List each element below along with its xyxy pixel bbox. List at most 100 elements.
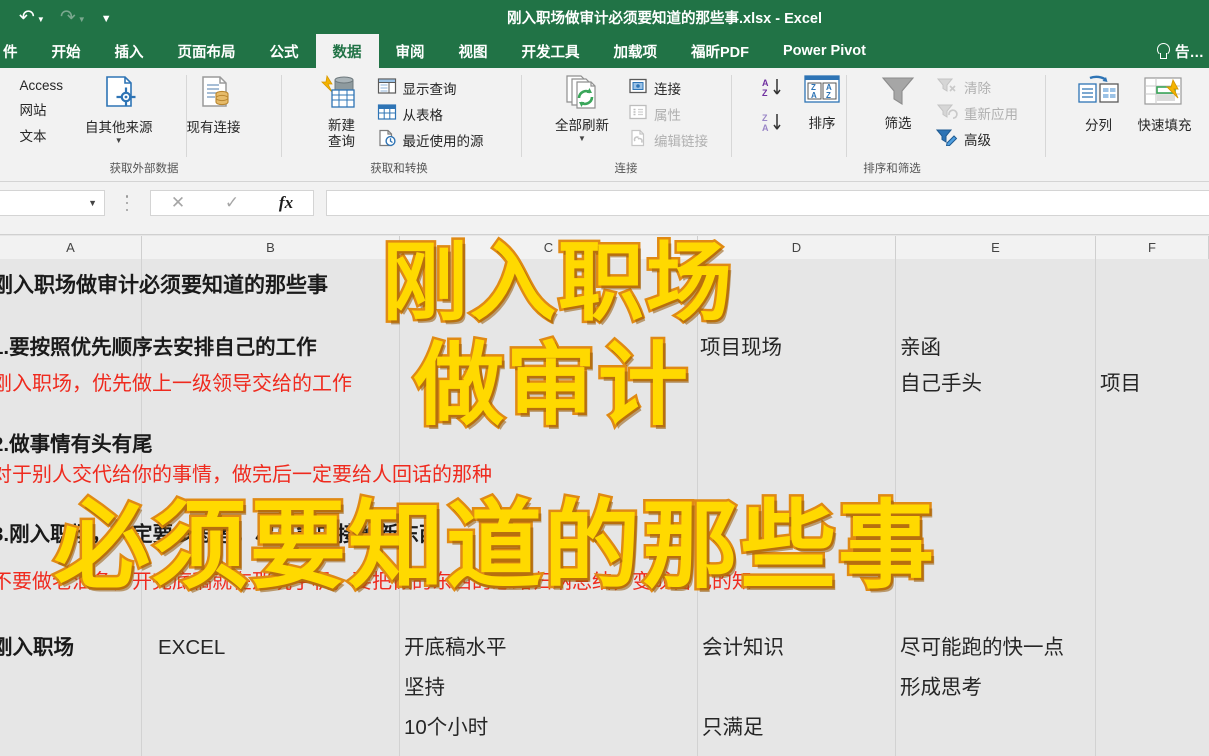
advanced-filter-button[interactable]: 高级 <box>933 127 1021 151</box>
properties-label: 属性 <box>654 108 681 123</box>
recent-sources-button[interactable]: 最近使用的源 <box>374 128 487 152</box>
cell-note-1[interactable]: 刚入职场，优先做上一级领导交给的工作 <box>0 373 352 395</box>
tab-insert[interactable]: 插入 <box>98 34 161 68</box>
cell-accounting[interactable]: 会计知识 <box>702 636 784 660</box>
cell-draft-level[interactable]: 开底稿水平 <box>404 636 507 660</box>
reapply-filter-label: 重新应用 <box>964 107 1018 122</box>
cell-note-3[interactable]: 不要做老油条，开完底稿就在那玩手机，要把做的东西的思路归纳总结，变成自己的知 <box>0 571 752 593</box>
clear-filter-button[interactable]: 清除 <box>933 75 1021 99</box>
tab-power-pivot[interactable]: Power Pivot <box>766 34 883 68</box>
cell-project[interactable]: 项目 <box>1100 372 1141 396</box>
existing-connections-button[interactable]: 现有连接 <box>181 72 247 136</box>
worksheet-grid[interactable]: 刚入职场做审计必须要知道的那些事 1.要按照优先顺序去安排自己的工作 项目现场 … <box>0 259 1209 756</box>
filter-button[interactable]: 筛选 <box>871 72 925 132</box>
column-header-a[interactable]: A <box>0 236 142 259</box>
cell-project-site[interactable]: 项目现场 <box>700 336 782 360</box>
cell-point-1[interactable]: 1.要按照优先顺序去安排自己的工作 <box>0 336 317 360</box>
new-query-button[interactable]: 新建 查询 <box>314 72 370 150</box>
confirm-check-icon[interactable]: ✓ <box>205 191 259 215</box>
cell-confirmation[interactable]: 亲函 <box>900 336 941 360</box>
excel-window: ↶ ▼ ↷ ▼ ▼ 刚入职场做审计必须要知道的那些事.xlsx - Excel … <box>0 0 1209 756</box>
sort-ascending-button[interactable]: A Z <box>761 76 791 105</box>
connections-icon <box>628 77 648 100</box>
advanced-filter-icon <box>935 128 958 151</box>
cell-note-2[interactable]: 对于别人交代给你的事情，做完后一定要给人回话的那种 <box>0 464 492 486</box>
tell-me-box[interactable]: 告… <box>1156 34 1207 68</box>
new-query-label-1: 新建 <box>328 118 355 133</box>
text-to-columns-button[interactable]: 分列 <box>1070 72 1128 134</box>
edit-links-icon <box>628 129 648 152</box>
cell-persist[interactable]: 坚持 <box>404 676 445 700</box>
filter-label: 筛选 <box>884 116 912 131</box>
column-header-b[interactable]: B <box>142 236 400 259</box>
sort-label: 排序 <box>808 116 836 131</box>
from-table-button[interactable]: 从表格 <box>374 102 487 126</box>
refresh-all-icon <box>559 74 605 115</box>
cell-only-satisfy[interactable]: 只满足 <box>702 716 764 740</box>
show-queries-button[interactable]: 显示查询 <box>374 76 487 100</box>
cell-run-faster[interactable]: 尽可能跑的快一点 <box>900 636 1064 660</box>
tab-addins[interactable]: 加载项 <box>597 34 675 68</box>
formula-input[interactable] <box>326 190 1209 216</box>
flash-fill-icon <box>1142 74 1188 115</box>
formula-bar-resize-handle[interactable] <box>125 195 129 211</box>
flash-fill-button[interactable]: 快速填充 <box>1132 72 1198 134</box>
from-web-button[interactable]: 网站 <box>19 99 63 119</box>
properties-button[interactable]: 属性 <box>625 102 711 126</box>
refresh-all-button[interactable]: 全部刷新 ▼ <box>549 72 615 143</box>
tab-file[interactable]: 件 <box>0 34 35 68</box>
cell-point-3[interactable]: 3.刚入职场，一定要多思考，尽可能的接触新东西 <box>0 523 440 547</box>
column-header-f[interactable]: F <box>1096 236 1209 259</box>
access-button[interactable]: Access <box>19 78 63 93</box>
tab-foxit-pdf[interactable]: 福昕PDF <box>674 34 766 68</box>
fx-icon[interactable]: fx <box>259 191 313 215</box>
svg-text:A: A <box>762 123 769 133</box>
cell-point-2[interactable]: 2.做事情有头有尾 <box>0 433 153 457</box>
sort-descending-button[interactable]: Z A <box>761 111 791 140</box>
cell-excel[interactable]: EXCEL <box>158 636 225 660</box>
from-table-label: 从表格 <box>402 108 444 123</box>
ribbon-tabs: 件 开始 插入 页面布局 公式 数据 审阅 视图 开发工具 加载项 福昕PDF … <box>0 34 883 68</box>
sort-button[interactable]: Z A A Z 排序 <box>795 72 849 132</box>
from-text-button[interactable]: 文本 <box>19 125 63 145</box>
tab-formulas[interactable]: 公式 <box>253 34 316 68</box>
column-header-e[interactable]: E <box>896 236 1096 259</box>
tab-page-layout[interactable]: 页面布局 <box>161 34 253 68</box>
chevron-down-icon: ▼ <box>578 134 586 143</box>
properties-icon <box>628 103 648 126</box>
filter-icon <box>877 74 919 113</box>
from-other-sources-button[interactable]: 自其他来源 ▼ <box>79 72 159 145</box>
ribbon-group-data-tools: 分列 快速填充 <box>1048 68 1209 181</box>
dot <box>125 208 129 211</box>
group-body: 分列 快速填充 <box>1060 68 1198 159</box>
tab-view[interactable]: 视图 <box>442 34 505 68</box>
reapply-filter-button[interactable]: 重新应用 <box>933 101 1021 125</box>
tab-home[interactable]: 开始 <box>35 34 98 68</box>
svg-text:Z: Z <box>762 113 768 123</box>
cancel-x-icon[interactable]: ✕ <box>151 191 205 215</box>
tab-review[interactable]: 审阅 <box>379 34 442 68</box>
svg-text:Z: Z <box>762 88 768 98</box>
name-box[interactable]: ▼ <box>0 190 105 216</box>
edit-links-label: 编辑链接 <box>654 134 708 149</box>
group-body: A Z Z A Z A A Z 排序 筛选 清除 重新应用 高级 <box>753 68 1021 159</box>
cell-a1[interactable]: 刚入职场做审计必须要知道的那些事 <box>0 274 328 298</box>
column-header-d[interactable]: D <box>698 236 896 259</box>
filter-commands: 清除 重新应用 高级 <box>933 72 1021 151</box>
group-divider <box>281 75 282 157</box>
refresh-all-label: 全部刷新 <box>555 118 609 133</box>
show-queries-icon <box>377 77 397 100</box>
svg-text:Z: Z <box>826 91 831 100</box>
cell-form-thinking[interactable]: 形成思考 <box>900 676 982 700</box>
tab-developer[interactable]: 开发工具 <box>505 34 597 68</box>
edit-links-button[interactable]: 编辑链接 <box>625 128 711 152</box>
cell-own-hand[interactable]: 自己手头 <box>900 372 982 396</box>
group-label-sort-and-filter: 排序和筛选 <box>863 163 921 175</box>
lightbulb-icon <box>1156 42 1170 60</box>
column-header-c[interactable]: C <box>400 236 698 259</box>
cell-ten-hours[interactable]: 10个小时 <box>404 716 488 740</box>
cell-workplace[interactable]: 刚入职场 <box>0 636 74 660</box>
text-to-columns-icon <box>1076 74 1122 115</box>
connections-button[interactable]: 连接 <box>625 76 711 100</box>
tab-data[interactable]: 数据 <box>315 34 379 68</box>
